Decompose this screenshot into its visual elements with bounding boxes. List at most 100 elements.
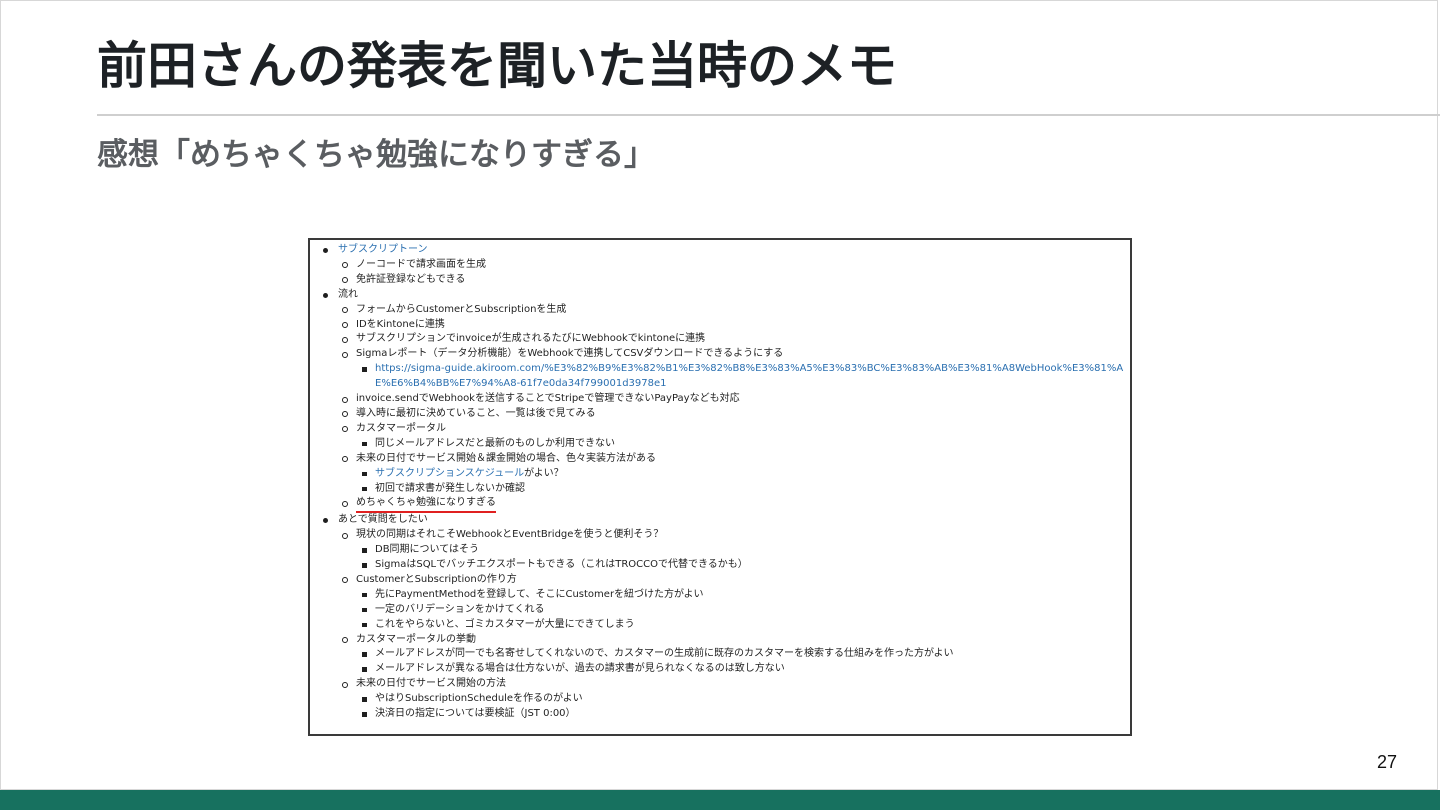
bullet-icon (323, 248, 328, 253)
memo-item-level-2: CustomerとSubscriptionの作り方 (322, 573, 1130, 588)
memo-text: SigmaはSQLでバッチエクスポートもできる（これはTROCCOで代替できるか… (375, 559, 748, 571)
bullet-icon (362, 471, 367, 477)
memo-item-level-2: 現状の同期はそれこそWebhookとEventBridgeを使うと便利そう？ (322, 528, 1130, 543)
memo-text: ノーコードで請求画面を生成 (356, 258, 486, 270)
memo-text: invoice.sendでWebhookを送信することでStripeで管理できな… (356, 393, 740, 405)
bullet-icon (362, 367, 367, 372)
memo-item-level-3: メールアドレスが同一でも名寄せしてくれないので、カスタマーの生成前に既存のカスタ… (322, 647, 1130, 662)
memo-items: サブスクリプトーンノーコードで請求画面を生成 免許証登録などもできる流れフォームか… (322, 243, 1130, 722)
memo-item-level-3: やはりSubscriptionScheduleを作るのがよい (322, 692, 1130, 707)
memo-item-level-2: Sigmaレポート（データ分析機能）をWebhookで連携してCSVダウンロード… (322, 347, 1130, 362)
memo-text: やはりSubscriptionScheduleを作るのがよい (375, 693, 583, 705)
memo-item-level-3: 決済日の指定については要検証（JST 0:00） (322, 707, 1130, 722)
bullet-icon (362, 652, 367, 657)
memo-item-level-3: 初回で請求書が発生しないか確認 (322, 482, 1130, 497)
bullet-icon (362, 607, 367, 613)
memo-item-level-3: メールアドレスが異なる場合は仕方ないが、過去の請求書が見られなくなるのは致し方な… (322, 662, 1130, 677)
bullet-icon (342, 532, 348, 539)
bullet-icon (342, 456, 348, 463)
memo-text: メールアドレスが同一でも名寄せしてくれないので、カスタマーの生成前に既存のカスタ… (375, 648, 954, 660)
memo-item-level-2: カスタマーポータルの挙動 (322, 633, 1130, 648)
bullet-icon (362, 622, 367, 628)
memo-text: 決済日の指定については要検証（JST 0:00） (375, 708, 576, 720)
memo-text: あとで質問をしたい (338, 514, 428, 526)
memo-text: 先にPaymentMethodを登録して、そこにCustomerを紐づけた方がよ… (375, 588, 704, 600)
memo-text: Sigmaレポート（データ分析機能）をWebhookで連携してCSVダウンロード… (356, 348, 784, 360)
bullet-icon (342, 426, 348, 433)
memo-text: DB同期についてはそう (375, 544, 480, 556)
memo-item-level-3: 先にPaymentMethodを登録して、そこにCustomerを紐づけた方がよ… (322, 588, 1130, 603)
memo-item-level-3: https://sigma-guide.akiroom.com/%E3%82%B… (322, 362, 1130, 392)
bullet-icon (342, 681, 348, 688)
memo-item-level-2: 未来の日付でサービス開始の方法 (322, 677, 1130, 692)
bullet-icon (362, 667, 367, 672)
memo-text: 未来の日付でサービス開始の方法 (356, 678, 506, 690)
memo-text: カスタマーポータル (356, 422, 446, 434)
memo-text: IDをKintoneに連携 (356, 318, 445, 330)
bullet-icon (342, 577, 348, 584)
bullet-icon (342, 637, 348, 644)
slide-subtitle: 感想「めちゃくちゃ勉強になりすぎる」 (97, 137, 655, 173)
memo-item-level-2: フォームからCustomerとSubscriptionを生成 (322, 303, 1130, 318)
memo-link[interactable]: サブスクリプトーン (338, 244, 428, 255)
memo-text: メールアドレスが異なる場合は仕方ないが、過去の請求書が見られなくなるのは致し方な… (375, 663, 785, 675)
bullet-icon (342, 336, 348, 343)
bullet-icon (362, 548, 367, 553)
memo-text: 初回で請求書が発生しないか確認 (375, 482, 525, 494)
memo-item-level-1: 流れ (322, 288, 1130, 303)
memo-text: がよい？ (524, 467, 564, 479)
memo-item-level-1: サブスクリプトーン (322, 243, 1130, 258)
memo-item-level-2: カスタマーポータル (322, 422, 1130, 437)
memo-list: サブスクリプトーンノーコードで請求画面を生成 免許証登録などもできる流れフォームか… (310, 240, 1130, 722)
highlighted-memo-text: めちゃくちゃ勉強になりすぎる (356, 496, 496, 514)
memo-item-level-3: これをやらないと、ゴミカスタマーが大量にできてしまう (322, 618, 1130, 633)
memo-item-level-3: 同じメールアドレスだと最新のものしか利用できない (322, 437, 1130, 452)
bullet-icon (342, 351, 348, 358)
memo-text: 免許証登録などもできる (356, 273, 466, 285)
title-divider (97, 114, 1440, 116)
memo-item-level-3: DB同期についてはそう (322, 543, 1130, 558)
memo-item-level-2: 免許証登録などもできる (322, 273, 1130, 288)
bullet-icon (342, 396, 348, 403)
bullet-icon (362, 486, 367, 491)
bullet-icon (342, 262, 348, 269)
bullet-icon (323, 292, 328, 298)
memo-item-level-2: ノーコードで請求画面を生成 (322, 258, 1130, 273)
slide-title: 前田さんの発表を聞いた当時のメモ (97, 37, 897, 95)
bullet-icon (342, 411, 348, 418)
bullet-icon (342, 322, 348, 329)
memo-item-level-2: サブスクリプションでinvoiceが生成されるたびにWebhookでkinton… (322, 332, 1130, 347)
memo-text: CustomerとSubscriptionの作り方 (356, 573, 517, 585)
bullet-icon (362, 592, 367, 598)
memo-text: サブスクリプションでinvoiceが生成されるたびにWebhookでkinton… (356, 333, 706, 345)
memo-text: カスタマーポータルの挙動 (356, 633, 476, 645)
bullet-icon (323, 518, 328, 524)
memo-item-level-2: 未来の日付でサービス開始＆課金開始の場合、色々実装方法がある (322, 452, 1130, 467)
memo-text: 現状の同期はそれこそWebhookとEventBridgeを使うと便利そう？ (356, 529, 664, 541)
memo-text: 未来の日付でサービス開始＆課金開始の場合、色々実装方法がある (356, 452, 656, 464)
bullet-icon (362, 441, 367, 447)
memo-item-level-2: 導入時に最初に決めていること、一覧は後で見てみる (322, 407, 1130, 422)
memo-screenshot: サブスクリプトーンノーコードで請求画面を生成 免許証登録などもできる流れフォームか… (308, 238, 1132, 736)
memo-text: 同じメールアドレスだと最新のものしか利用できない (375, 437, 615, 449)
memo-item-level-3: 一定のバリデーションをかけてくれる (322, 603, 1130, 618)
bullet-icon (342, 277, 348, 284)
memo-link[interactable]: サブスクリプションスケジュール (375, 468, 524, 479)
footer-bar (0, 790, 1440, 810)
memo-item-level-1: あとで質問をしたい (322, 513, 1130, 528)
memo-text: 導入時に最初に決めていること、一覧は後で見てみる (356, 407, 596, 419)
bullet-icon (342, 500, 348, 507)
memo-text: 流れ (338, 288, 358, 300)
memo-item-level-2: IDをKintoneに連携 (322, 318, 1130, 333)
memo-item-level-3: SigmaはSQLでバッチエクスポートもできる（これはTROCCOで代替できるか… (322, 558, 1130, 573)
memo-item-level-2: めちゃくちゃ勉強になりすぎる (322, 496, 1130, 514)
memo-text: 一定のバリデーションをかけてくれる (375, 603, 545, 615)
memo-item-level-2: invoice.sendでWebhookを送信することでStripeで管理できな… (322, 392, 1130, 407)
bullet-icon (362, 712, 367, 717)
memo-item-level-3: サブスクリプションスケジュールがよい？ (322, 467, 1130, 482)
bullet-icon (362, 697, 367, 702)
memo-url-link[interactable]: https://sigma-guide.akiroom.com/%E3%82%B… (375, 362, 1125, 392)
bullet-icon (362, 563, 367, 568)
memo-text: これをやらないと、ゴミカスタマーが大量にできてしまう (375, 618, 635, 630)
page-number: 27 (1376, 752, 1397, 772)
